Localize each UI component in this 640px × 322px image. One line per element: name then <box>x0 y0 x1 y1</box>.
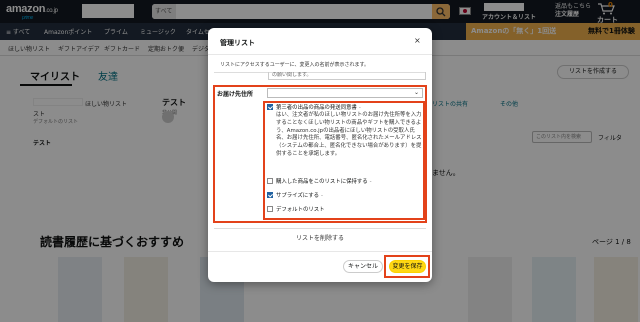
info-icon[interactable]: - <box>321 193 323 199</box>
third-party-consent-description: はい、注文者が私のほしい物リストのお届け先住所等を入力することなくほしい物リスト… <box>276 112 422 157</box>
info-icon[interactable]: - <box>359 105 361 111</box>
surprise-label: サプライズにする <box>276 193 320 199</box>
save-changes-button[interactable]: 変更を保存 <box>389 260 426 273</box>
cancel-button[interactable]: キャンセル <box>343 260 383 273</box>
keep-purchased-checkbox[interactable] <box>267 178 273 184</box>
third-party-consent-checkbox[interactable] <box>267 104 273 110</box>
surprise-checkbox[interactable] <box>267 192 273 198</box>
chevron-down-icon: ⌄ <box>413 89 419 96</box>
default-list-checkbox[interactable] <box>267 206 273 212</box>
divider <box>214 228 426 229</box>
dialog-note: リストにアクセスするユーザーに、変更入の名前が表示されます。 <box>220 62 370 68</box>
shipping-address-select[interactable]: ⌄ <box>267 88 423 98</box>
dialog-title: 管理リスト <box>220 39 255 47</box>
default-list-label: デフォルトのリスト <box>276 207 325 213</box>
previous-field[interactable]: の願い関します。 <box>268 72 426 80</box>
third-party-consent-label: 第三者の出品の商品の発送同意書 <box>276 105 357 111</box>
manage-list-dialog: 管理リスト × リストにアクセスするユーザーに、変更入の名前が表示されます。 の… <box>208 28 432 282</box>
delete-list-link[interactable]: リストを削除する <box>208 233 432 242</box>
divider <box>208 251 432 252</box>
address-options: 第三者の出品の商品の発送同意書 - はい、注文者が私のほしい物リストのお届け先住所… <box>263 101 425 220</box>
info-icon[interactable]: - <box>370 179 372 185</box>
close-icon[interactable]: × <box>414 36 421 45</box>
keep-purchased-label: 購入した商品をこのリストに保持する <box>276 179 368 185</box>
shipping-address-label: お届け先住所 <box>217 91 254 98</box>
keep-purchased-row[interactable]: 購入した商品をこのリストに保持する - <box>267 178 372 187</box>
shipping-address-section: お届け先住所 ⌄ 第三者の出品の商品の発送同意書 - はい、注文者が私のほしい物リ… <box>213 85 427 223</box>
divider <box>208 54 432 55</box>
default-list-row[interactable]: デフォルトのリスト <box>267 206 325 215</box>
surprise-row[interactable]: サプライズにする - <box>267 192 323 201</box>
